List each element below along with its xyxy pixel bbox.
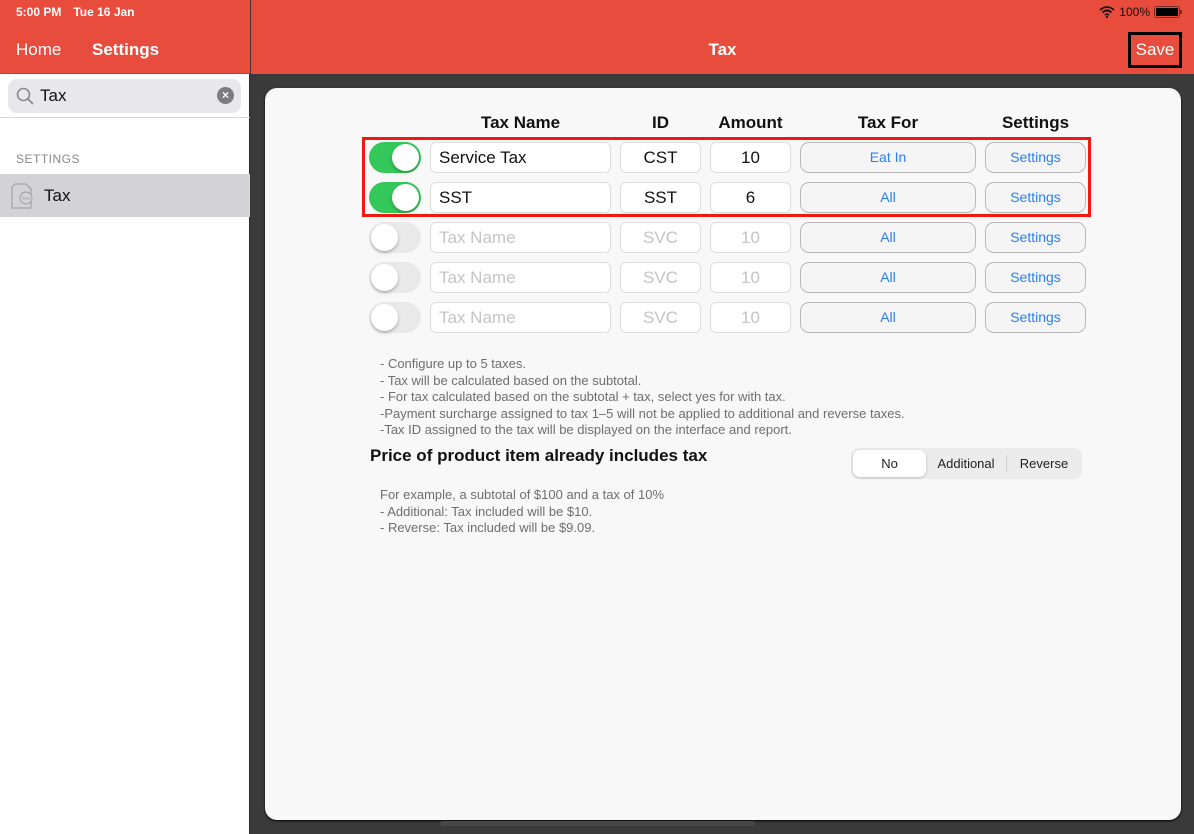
tax-for-button[interactable]: All (800, 222, 976, 253)
tax-name-input[interactable] (430, 222, 611, 253)
tax-id-input[interactable] (620, 142, 701, 173)
example-line: - Additional: Tax included will be $10. (380, 503, 593, 519)
tax-for-button[interactable]: All (800, 182, 976, 213)
column-header-tax-name: Tax Name (480, 113, 561, 132)
tax-settings-button[interactable]: Settings (985, 222, 1086, 253)
column-header-id: ID (652, 113, 669, 132)
page-title: Tax (708, 40, 737, 59)
note-line: - For tax calculated based on the subtot… (380, 389, 786, 404)
tax-amount-input[interactable] (710, 302, 791, 333)
clear-search-icon[interactable]: × (217, 87, 234, 104)
tax-name-input[interactable] (430, 182, 611, 213)
sidebar: 5:00 PMTue 16 Jan Home Settings × SETTIN… (0, 0, 250, 834)
home-back-button[interactable]: Home (16, 40, 61, 60)
search-bar: × (0, 74, 250, 118)
tax-amount-input[interactable] (710, 222, 791, 253)
price-includes-tax-segmented-control: No Additional Reverse (851, 448, 1082, 479)
toggle-knob (371, 224, 398, 251)
tax-id-input[interactable] (620, 182, 701, 213)
tax-amount-input[interactable] (710, 262, 791, 293)
tax-row: All Settings (0, 177, 1194, 213)
scroll-indicator[interactable] (440, 821, 755, 826)
save-button[interactable]: Save (1128, 32, 1182, 68)
tax-amount-input[interactable] (710, 182, 791, 213)
status-time: 5:00 PM Tue 16 Jan (16, 5, 147, 19)
column-header-settings: Settings (1001, 113, 1070, 132)
tax-notes: - Configure up to 5 taxes. - Tax will be… (380, 356, 905, 439)
search-icon (16, 87, 34, 105)
search-field[interactable]: × (8, 79, 241, 113)
wifi-icon (1099, 6, 1115, 18)
tax-settings-button[interactable]: Settings (985, 182, 1086, 213)
toggle-knob (392, 144, 419, 171)
toggle-knob (392, 184, 419, 211)
tax-name-input[interactable] (430, 302, 611, 333)
tax-enabled-toggle[interactable] (369, 142, 421, 173)
tax-id-input[interactable] (620, 262, 701, 293)
tax-enabled-toggle[interactable] (369, 222, 421, 253)
tax-settings-button[interactable]: Settings (985, 302, 1086, 333)
main-header: 100% Tax Save (251, 0, 1194, 74)
price-includes-tax-label: Price of product item already includes t… (370, 446, 708, 465)
segment-no[interactable]: No (853, 450, 926, 477)
note-line: -Tax ID assigned to the tax will be disp… (380, 422, 792, 437)
tax-for-button[interactable]: All (800, 262, 976, 293)
battery-icon (1154, 6, 1182, 18)
sidebar-title: Settings (92, 40, 160, 59)
status-indicators: 100% (1099, 5, 1182, 19)
tax-name-input[interactable] (430, 142, 611, 173)
tax-row: Eat In Settings (0, 137, 1194, 173)
tax-row: All Settings (0, 217, 1194, 253)
note-line: - Tax will be calculated based on the su… (380, 372, 642, 388)
tax-row: All Settings (0, 257, 1194, 293)
tax-for-button[interactable]: All (800, 302, 976, 333)
tax-name-input[interactable] (430, 262, 611, 293)
tax-amount-input[interactable] (710, 142, 791, 173)
tax-settings-button[interactable]: Settings (985, 262, 1086, 293)
search-input[interactable] (40, 79, 210, 113)
tax-id-input[interactable] (620, 222, 701, 253)
sidebar-header: 5:00 PM Tue 16 Jan Home Settings (0, 0, 250, 74)
toggle-knob (371, 304, 398, 331)
status-clock: 5:00 PM (16, 5, 62, 19)
note-line: -Payment surcharge assigned to tax 1–5 w… (380, 405, 905, 421)
battery-percent: 100% (1119, 5, 1150, 19)
note-line: - Configure up to 5 taxes. (380, 356, 526, 371)
example-text: For example, a subtotal of $100 and a ta… (380, 487, 664, 537)
tax-row: All Settings (0, 297, 1194, 333)
status-date: Tue 16 Jan (73, 5, 135, 19)
tax-for-button[interactable]: Eat In (800, 142, 976, 173)
example-line: - Reverse: Tax included will be $9.09. (380, 520, 596, 535)
column-header-tax-for: Tax For (857, 113, 919, 132)
tax-id-input[interactable] (620, 302, 701, 333)
tax-settings-button[interactable]: Settings (985, 142, 1086, 173)
tax-enabled-toggle[interactable] (369, 302, 421, 333)
example-line: For example, a subtotal of $100 and a ta… (380, 487, 665, 502)
segment-additional[interactable]: Additional (928, 450, 1004, 477)
tax-enabled-toggle[interactable] (369, 182, 421, 213)
tax-enabled-toggle[interactable] (369, 262, 421, 293)
toggle-knob (371, 264, 398, 291)
segment-divider (1006, 455, 1007, 472)
segment-reverse[interactable]: Reverse (1008, 450, 1080, 477)
column-header-amount: Amount (718, 113, 783, 132)
